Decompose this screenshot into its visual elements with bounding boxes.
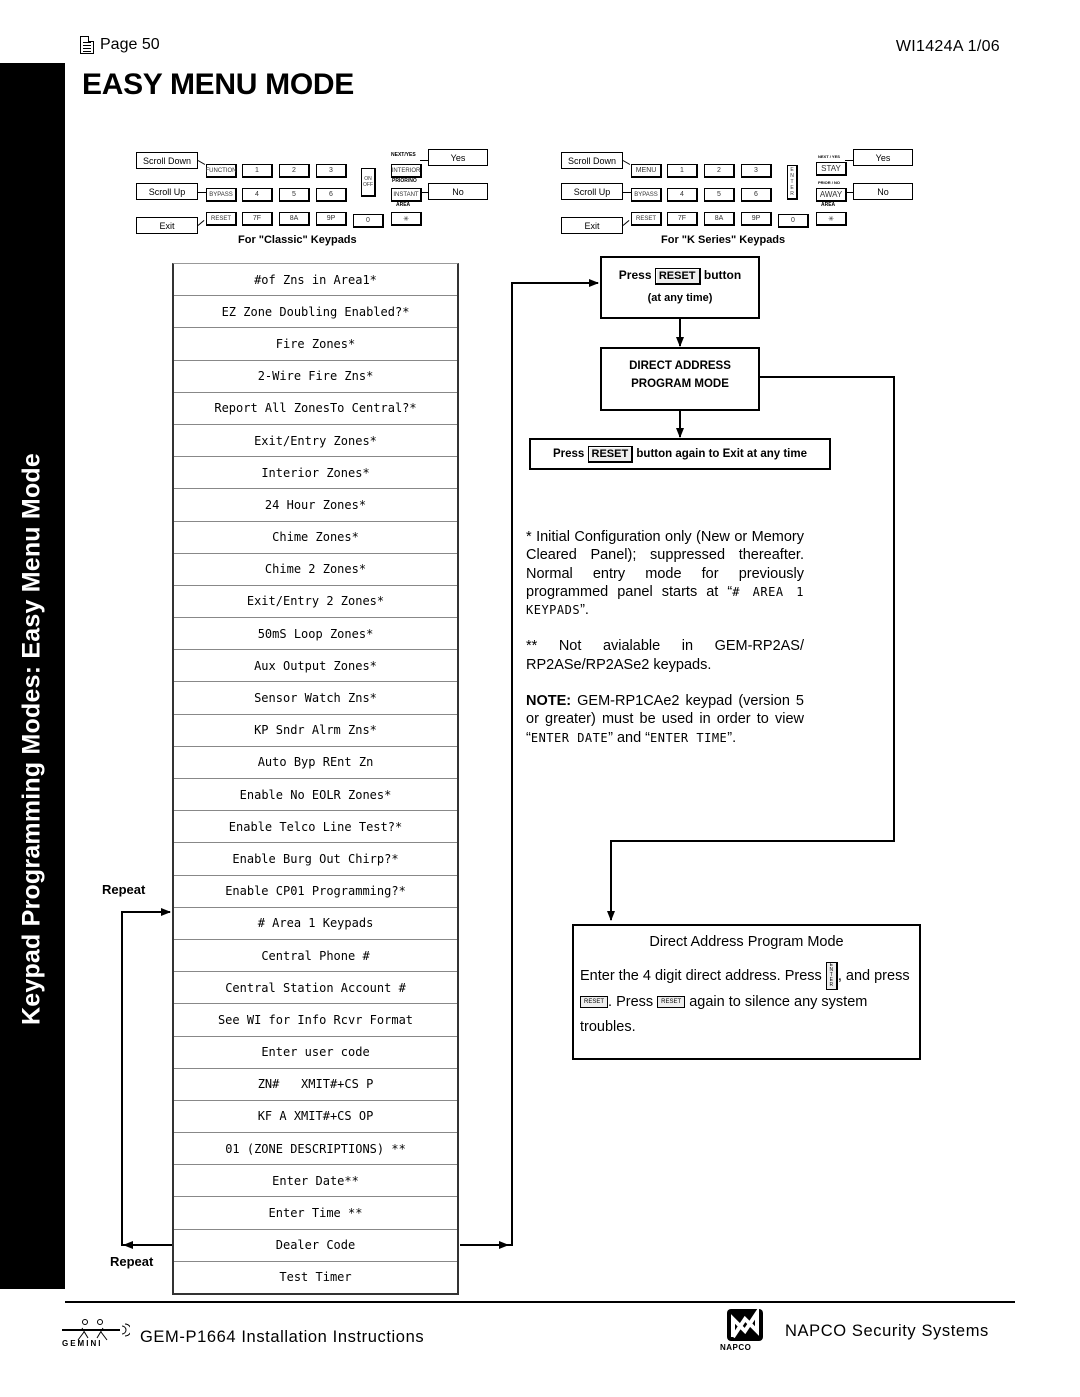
repeat-label-bottom: Repeat — [110, 1254, 154, 1269]
note-label: NOTE: — [526, 693, 572, 710]
da-detail-title: Direct Address Program Mode — [649, 934, 844, 950]
repeat-label-top: Repeat — [102, 882, 146, 897]
exit-instruction-box: Press RESET button again to Exit at any … — [529, 438, 831, 470]
direct-address-detail-box: Direct Address Program Mode Enter the 4 … — [572, 924, 921, 1060]
footer-divider — [65, 1301, 1015, 1303]
reset-key-icon: RESET — [580, 996, 609, 1009]
exit-rest-text: button again to Exit at any time — [636, 448, 808, 460]
da-detail-body: Enter the 4 digit direct address. Press … — [574, 962, 919, 1040]
da-text3: . Press — [608, 994, 658, 1010]
footer-company: NAPCO Security Systems — [785, 1322, 989, 1340]
da-line1: DIRECT ADDRESS — [629, 360, 731, 372]
gemini-wordmark: GEMINI — [62, 1339, 103, 1348]
at-any-time-text: (at any time) — [647, 292, 713, 304]
reset-key-icon: RESET — [657, 996, 686, 1009]
note3-text3: ”. — [727, 729, 737, 746]
note3-text2: ” and “ — [608, 729, 651, 746]
note-not-available: ** Not avialable in GEM-RP2AS/ RP2ASe/RP… — [526, 638, 804, 673]
note3-lcd1: ENTER DATE — [530, 730, 609, 745]
reset-key-icon: RESET — [654, 268, 701, 285]
napco-wordmark: NAPCO — [720, 1343, 752, 1352]
note3-lcd2: ENTER TIME — [650, 730, 728, 745]
repeat-loop-arrow — [121, 908, 172, 1246]
da-line2: PROGRAM MODE — [631, 378, 729, 390]
press-reset-box: Press RESET button (at any time) — [600, 256, 760, 319]
press-text: Press — [618, 268, 652, 282]
note1-suffix: ”. — [580, 602, 589, 619]
button-text: button — [703, 268, 742, 282]
da-text1: Enter the 4 digit direct address. Press — [580, 967, 826, 984]
note-initial-config: * Initial Configuration only (New or Mem… — [526, 528, 804, 619]
da-text2: , and press — [837, 967, 910, 984]
footer-doc-title: GEM-P1664 Installation Instructions — [140, 1328, 425, 1346]
press-text: Press — [552, 448, 585, 460]
reset-key-icon: RESET — [587, 446, 634, 463]
direct-address-program-mode-box: DIRECT ADDRESS PROGRAM MODE — [600, 347, 760, 411]
note-keypad-version: NOTE: GEM-RP1CAe2 keypad (version 5 or g… — [526, 692, 804, 747]
enter-key-icon: ENTER — [825, 962, 838, 990]
napco-logo-icon — [727, 1306, 763, 1341]
footnotes: * Initial Configuration only (New or Mem… — [526, 528, 804, 765]
